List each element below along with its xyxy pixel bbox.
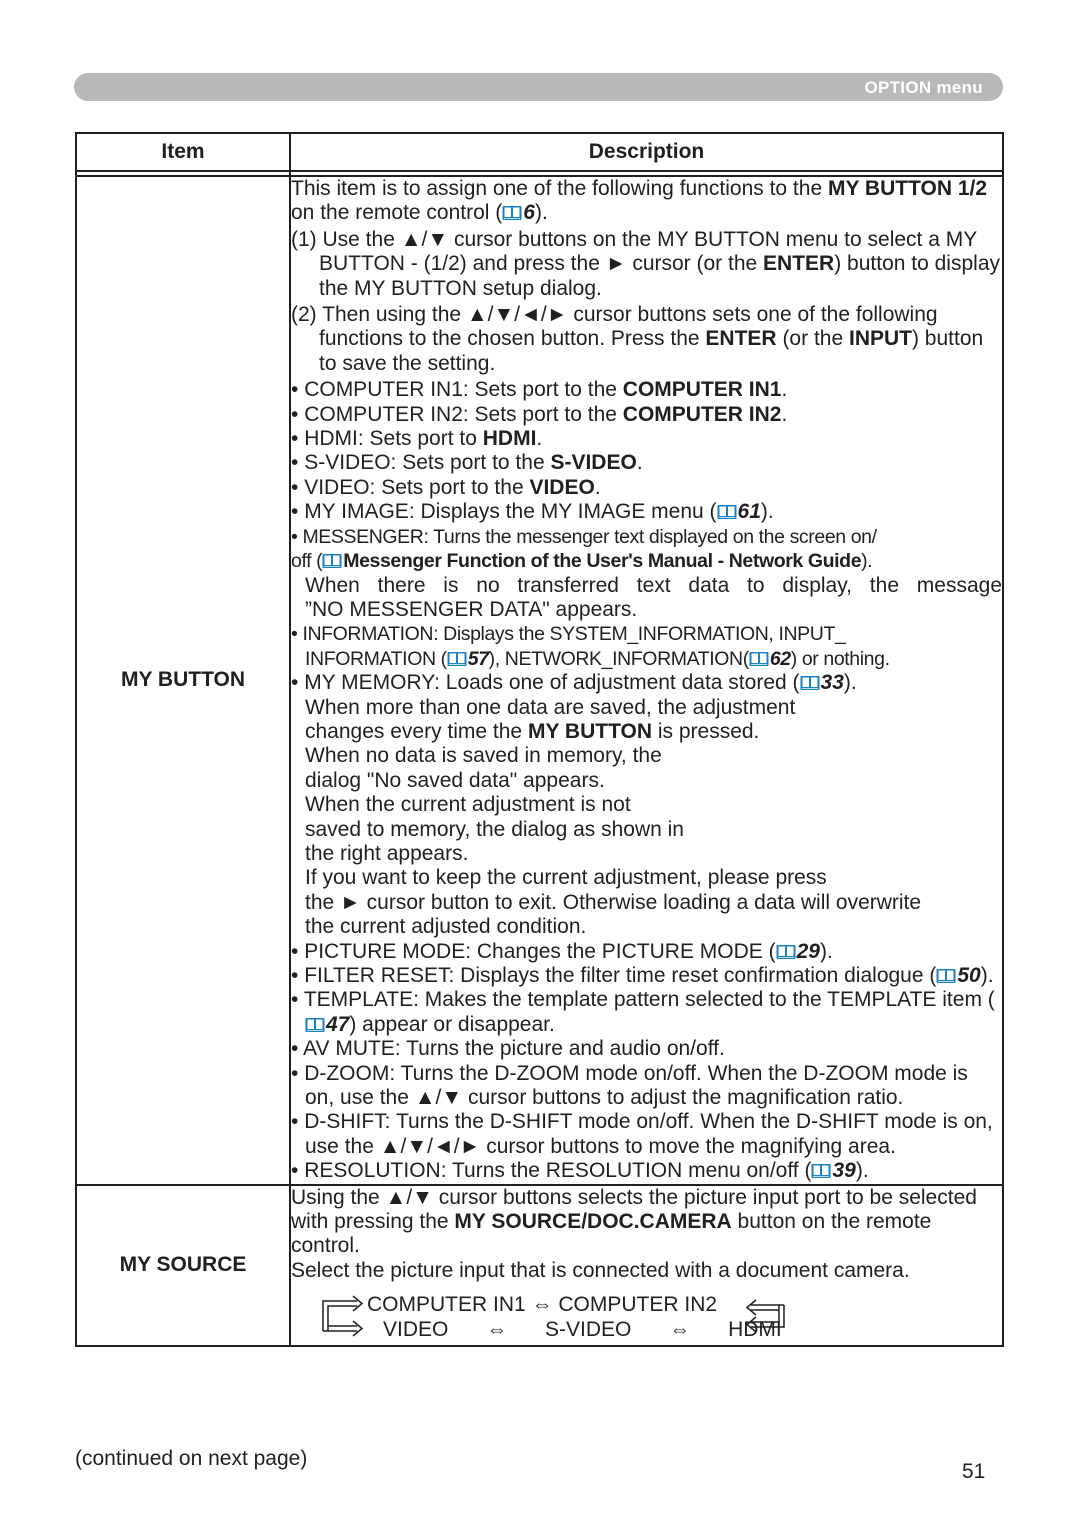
page-reference[interactable]: 6 (502, 201, 535, 225)
page-reference[interactable]: 57 (447, 647, 489, 671)
column-header-description: Description (289, 132, 1004, 172)
input-cycle-diagram: COMPUTER IN1 ⇔ COMPUTER IN2 VIDEO ⇔ S-VI… (319, 1293, 1002, 1345)
bullet-my-memory: • MY MEMORY: Loads one of adjustment dat… (291, 671, 922, 939)
bullet-template: • TEMPLATE: Makes the template pattern s… (291, 988, 995, 1037)
cycle-video: VIDEO (383, 1318, 449, 1342)
page-reference[interactable]: 47 (305, 1013, 349, 1037)
cycle-hdmi: HDMI (728, 1318, 782, 1342)
bullet-information: • INFORMATION: Displays the SYSTEM_INFOR… (291, 623, 890, 671)
cycle-row-2: VIDEO ⇔ S-VIDEO ⇔ HDMI (367, 1318, 782, 1342)
intro-paragraph: This item is to assign one of the follow… (291, 177, 988, 225)
step-2: (2) Then using the ▲/▼/◄/► cursor button… (291, 303, 984, 375)
cycle-row-1: COMPUTER IN1 ⇔ COMPUTER IN2 (367, 1293, 717, 1317)
description-my-source: Using the ▲/▼ cursor buttons selects the… (289, 1183, 1004, 1348)
page-reference[interactable]: 50 (936, 964, 981, 988)
column-header-item: Item (75, 132, 291, 172)
book-icon (717, 504, 737, 520)
book-icon (800, 675, 820, 691)
item-my-source: MY SOURCE (75, 1183, 291, 1348)
bullet-s-video: • S-VIDEO: Sets port to the S-VIDEO. (291, 451, 643, 475)
bullet-picture-mode: • PICTURE MODE: Changes the PICTURE MODE… (291, 939, 833, 964)
bullet-video: • VIDEO: Sets port to the VIDEO. (291, 475, 601, 499)
cycle-computer-in1: COMPUTER IN1 (367, 1293, 526, 1317)
continued-note: (continued on next page) (75, 1447, 308, 1470)
book-icon (322, 553, 342, 569)
bidirectional-arrow-icon: ⇔ (669, 1318, 691, 1342)
bullet-resolution: • RESOLUTION: Turns the RESOLUTION menu … (291, 1159, 869, 1183)
page-reference[interactable]: 61 (717, 500, 761, 524)
bidirectional-arrow-icon: ⇔ (531, 1293, 553, 1317)
page-reference[interactable]: 29 (776, 940, 820, 964)
bullet-d-shift: • D-SHIFT: Turns the D-SHIFT mode on/off… (291, 1110, 993, 1158)
bullet-hdmi: • HDMI: Sets port to HDMI. (291, 427, 543, 451)
cycle-s-video: S-VIDEO (545, 1318, 632, 1342)
option-menu-table: Item Description MY BUTTON This item is … (75, 132, 1004, 1348)
cycle-computer-in2: COMPUTER IN2 (558, 1293, 718, 1317)
my-source-note: Select the picture input that is connect… (291, 1258, 910, 1282)
page-reference[interactable] (322, 549, 343, 573)
book-icon (447, 651, 467, 667)
section-title: OPTION menu (864, 78, 983, 97)
page-number: 51 (962, 1460, 986, 1483)
bullet-computer-in2: • COMPUTER IN2: Sets port to the COMPUTE… (291, 402, 788, 426)
book-icon (305, 1017, 325, 1033)
book-icon (502, 205, 522, 221)
bidirectional-arrow-icon: ⇔ (486, 1318, 508, 1342)
my-source-paragraph: Using the ▲/▼ cursor buttons selects the… (291, 1185, 977, 1258)
step-1: (1) Use the ▲/▼ cursor buttons on the MY… (291, 227, 1000, 300)
bullet-d-zoom: • D-ZOOM: Turns the D-ZOOM mode on/off. … (291, 1061, 968, 1110)
page-reference[interactable]: 39 (811, 1159, 856, 1183)
book-icon (811, 1163, 831, 1179)
bullet-messenger: • MESSENGER: Turns the messenger text di… (291, 525, 1002, 621)
section-header-bar: OPTION menu (74, 73, 1003, 101)
page-reference[interactable]: 33 (800, 671, 844, 695)
table-header-row: Item Description (75, 132, 1004, 172)
book-icon (936, 968, 956, 984)
page-reference[interactable]: 62 (749, 647, 791, 671)
book-icon (776, 944, 796, 960)
bullet-av-mute: • AV MUTE: Turns the picture and audio o… (291, 1037, 725, 1061)
bullet-filter-reset: • FILTER RESET: Displays the filter time… (291, 964, 994, 988)
book-icon (749, 651, 769, 667)
description-my-button: This item is to assign one of the follow… (289, 175, 1004, 1186)
table-row-my-button: MY BUTTON This item is to assign one of … (75, 175, 1004, 1186)
item-my-button: MY BUTTON (75, 175, 291, 1186)
table-row-my-source: MY SOURCE Using the ▲/▼ cursor buttons s… (75, 1183, 1004, 1348)
bullet-computer-in1: • COMPUTER IN1: Sets port to the COMPUTE… (291, 378, 788, 402)
bullet-my-image: • MY IMAGE: Displays the MY IMAGE menu (… (291, 500, 774, 524)
